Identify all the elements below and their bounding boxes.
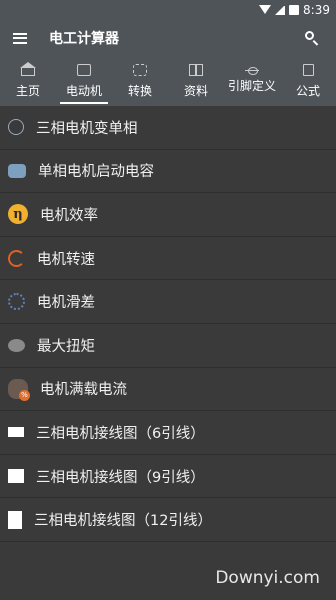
- app-title: 电工计算器: [49, 31, 119, 47]
- three-to-single-phase-icon: [8, 119, 24, 136]
- tab-label: 引脚定义: [227, 79, 276, 93]
- list-item-label: 单相电机启动电容: [38, 164, 154, 181]
- list-item-label: 三相电机接线图（12引线）: [34, 513, 212, 530]
- list-item-speed[interactable]: 电机转速: [0, 237, 336, 281]
- wiring-6-lead-icon: [8, 427, 24, 438]
- tab-home[interactable]: 主页: [0, 56, 56, 106]
- list-item-label: 三相电机变单相: [36, 120, 138, 137]
- tab-label: 电动机: [65, 84, 102, 98]
- efficiency-eta-icon: η: [8, 204, 28, 225]
- list-item-label: 最大扭矩: [37, 338, 95, 355]
- list-item-label: 三相电机接线图（9引线）: [36, 469, 205, 486]
- wiring-12-lead-icon: [8, 510, 22, 529]
- watermark: Downyi.com: [215, 568, 320, 588]
- tab-motor[interactable]: 电动机: [56, 56, 112, 106]
- list-item-wiring-12[interactable]: 三相电机接线图（12引线）: [0, 498, 336, 542]
- status-time: 8:39: [303, 3, 330, 17]
- list-item-label: 电机转速: [37, 251, 95, 268]
- list-item-efficiency[interactable]: η 电机效率: [0, 193, 336, 237]
- list-item-three-to-single-phase[interactable]: 三相电机变单相: [0, 106, 336, 150]
- toolbar: 电工计算器: [0, 20, 336, 56]
- book-icon: [189, 64, 203, 76]
- tab-formula[interactable]: 公式: [280, 56, 336, 106]
- signal-icon: [275, 5, 286, 15]
- tab-bar: 主页 电动机 转换 资料 引脚定义 公式: [0, 56, 336, 106]
- convert-icon: [133, 64, 147, 76]
- capacitor-icon: [8, 163, 26, 178]
- wiring-9-lead-icon: [8, 469, 24, 484]
- tab-label: 转换: [127, 84, 152, 98]
- motor-icon: [77, 64, 91, 76]
- list-item-label: 电机满载电流: [40, 382, 127, 399]
- tab-convert[interactable]: 转换: [112, 56, 168, 106]
- speed-icon: [8, 249, 25, 267]
- menu-icon[interactable]: [13, 32, 27, 44]
- list-item-label: 电机效率: [40, 207, 98, 224]
- list-item-wiring-6[interactable]: 三相电机接线图（6引线）: [0, 411, 336, 455]
- tab-label: 公式: [295, 84, 320, 98]
- tab-label: 主页: [15, 84, 40, 98]
- pin-icon: [245, 64, 259, 75]
- tab-data[interactable]: 资料: [168, 56, 224, 106]
- slip-icon: [8, 293, 25, 311]
- search-icon[interactable]: [304, 30, 320, 46]
- torque-icon: [8, 338, 25, 352]
- list-item-label: 电机滑差: [37, 295, 95, 312]
- status-bar: 8:39: [0, 0, 336, 20]
- list-item-wiring-9[interactable]: 三相电机接线图（9引线）: [0, 455, 336, 499]
- battery-icon: [289, 5, 300, 15]
- home-icon: [20, 62, 36, 76]
- formula-icon: [302, 64, 314, 76]
- list-item-slip[interactable]: 电机滑差: [0, 280, 336, 324]
- full-load-current-icon: [8, 378, 30, 401]
- list-item-label: 三相电机接线图（6引线）: [36, 425, 205, 442]
- wifi-icon: [259, 5, 272, 15]
- list-item-max-torque[interactable]: 最大扭矩: [0, 324, 336, 368]
- list-item-full-load-current[interactable]: 电机满载电流: [0, 368, 336, 412]
- calculator-list: 三相电机变单相 单相电机启动电容 η 电机效率 电机转速 电机滑差 最大扭矩 电…: [0, 106, 336, 542]
- tab-pins[interactable]: 引脚定义: [224, 56, 280, 106]
- list-item-start-capacitor[interactable]: 单相电机启动电容: [0, 150, 336, 194]
- tab-label: 资料: [183, 84, 208, 98]
- app-bar: 电工计算器 主页 电动机 转换 资料 引脚定义 公式: [0, 20, 336, 106]
